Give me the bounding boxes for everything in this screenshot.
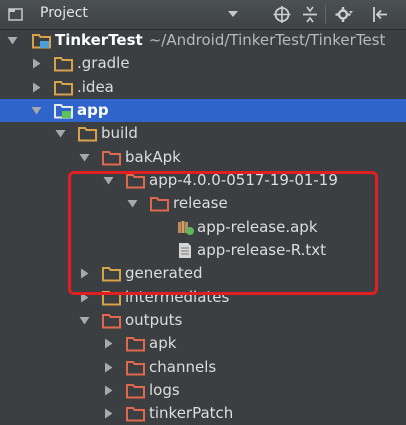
root-path: ~/Android/TinkerTest/TinkerTest [148, 31, 386, 49]
tree-label-intermediates: intermediates [125, 288, 230, 306]
tree-label-bakapk: bakApk [125, 148, 181, 166]
tree-row-outputs[interactable]: outputs [0, 309, 406, 332]
panel-title: Project [40, 5, 88, 21]
collapse-arrow-icon[interactable] [103, 408, 114, 419]
collapse-arrow-icon[interactable] [79, 292, 90, 303]
hide-icon[interactable] [370, 5, 390, 24]
tree-row-root[interactable]: TinkerTest ~/Android/TinkerTest/TinkerTes… [0, 29, 406, 52]
gear-icon[interactable] [334, 5, 354, 24]
expand-arrow-icon[interactable] [79, 152, 90, 163]
tree-label-gradle: .gradle [77, 54, 130, 72]
folder-icon [126, 359, 145, 376]
tree-row-out-apk[interactable]: apk [0, 332, 406, 355]
tree-label-txt-file: app-release-R.txt [197, 241, 327, 259]
tree-row-gradle[interactable]: .gradle [0, 52, 406, 75]
tree-label-apk-file: app-release.apk [197, 218, 318, 236]
tree-label-bak-subfolder: app-4.0.0-0517-19-01-19 [149, 171, 338, 189]
project-tree: TinkerTest ~/Android/TinkerTest/TinkerTes… [0, 29, 406, 422]
tree-row-intermediates[interactable]: intermediates [0, 286, 406, 309]
tree-row-idea[interactable]: .idea [0, 76, 406, 99]
toolbar-divider [325, 5, 326, 24]
locate-icon[interactable] [272, 5, 292, 24]
collapse-arrow-icon[interactable] [103, 338, 114, 349]
expand-arrow-icon[interactable] [103, 175, 114, 186]
tree-label-root: TinkerTest [55, 31, 143, 49]
expand-arrow-icon[interactable] [127, 198, 138, 209]
folder-icon [54, 79, 73, 96]
project-panel-header: Project [0, 0, 406, 30]
tree-label-outputs: outputs [125, 311, 183, 329]
collapse-arrow-icon[interactable] [31, 58, 42, 69]
tree-label-build: build [101, 124, 138, 142]
tree-label-out-apk: apk [149, 334, 177, 352]
collapse-arrow-icon[interactable] [103, 385, 114, 396]
module-folder-icon [54, 104, 73, 119]
folder-icon [54, 55, 73, 72]
tree-row-bak-subfolder[interactable]: app-4.0.0-0517-19-01-19 [0, 169, 406, 192]
tree-label-release: release [173, 194, 228, 212]
tree-row-bakapk[interactable]: bakApk [0, 146, 406, 169]
expand-arrow-icon[interactable] [79, 315, 90, 326]
apk-file-icon [178, 221, 194, 235]
collapse-arrow-icon[interactable] [31, 82, 42, 93]
folder-icon [102, 289, 121, 306]
collapse-arrow-icon[interactable] [79, 268, 90, 279]
folder-icon [126, 382, 145, 399]
tree-label-generated: generated [125, 264, 203, 282]
tree-row-build[interactable]: build [0, 122, 406, 145]
tree-row-out-channels[interactable]: channels [0, 356, 406, 379]
folder-icon [102, 149, 121, 166]
tree-row-generated[interactable]: generated [0, 262, 406, 285]
module-folder-icon [32, 34, 51, 49]
tree-row-apk-file[interactable]: app-release.apk [0, 216, 406, 239]
tree-label-out-logs: logs [149, 381, 180, 399]
tree-label-idea: .idea [77, 78, 114, 96]
expand-arrow-icon[interactable] [31, 105, 42, 116]
folder-icon [78, 125, 97, 142]
expand-arrow-icon[interactable] [7, 35, 18, 46]
folder-icon [126, 335, 145, 352]
collapse-arrow-icon[interactable] [103, 362, 114, 373]
project-view-icon [8, 8, 23, 21]
tree-label-app: app [77, 101, 109, 119]
folder-icon [126, 172, 145, 189]
tree-row-out-logs[interactable]: logs [0, 379, 406, 402]
expand-arrow-icon[interactable] [55, 128, 66, 139]
text-file-icon [179, 243, 191, 258]
view-dropdown-icon[interactable] [226, 9, 240, 19]
tree-row-txt-file[interactable]: app-release-R.txt [0, 239, 406, 262]
folder-icon [102, 312, 121, 329]
collapse-all-icon[interactable] [300, 5, 320, 24]
folder-icon [126, 405, 145, 422]
folder-icon [102, 265, 121, 282]
tree-label-out-channels: channels [149, 358, 217, 376]
tree-row-release[interactable]: release [0, 192, 406, 215]
folder-icon [150, 195, 169, 212]
tree-row-app[interactable]: app [0, 99, 406, 122]
